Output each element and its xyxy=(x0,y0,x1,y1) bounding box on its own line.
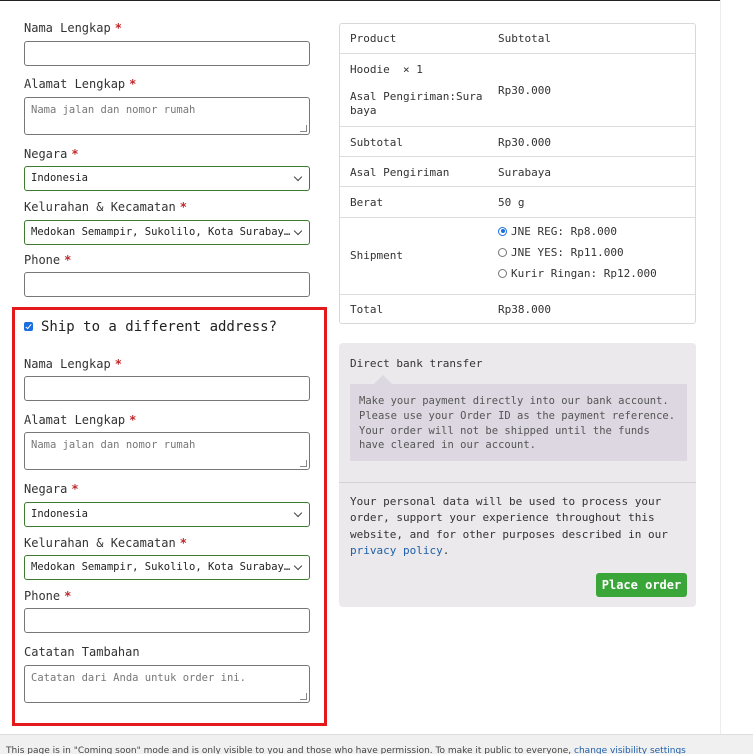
billing-name-input[interactable] xyxy=(24,41,310,66)
shipping-country-select[interactable]: Indonesia xyxy=(24,502,310,527)
shipping-country-label: Negara * xyxy=(24,482,79,496)
shipping-district-label: Kelurahan & Kecamatan * xyxy=(24,536,187,550)
ship-different-address-label: Ship to a different address? xyxy=(41,319,278,335)
payment-description: Make your payment directly into our bank… xyxy=(359,395,676,452)
resize-grip-icon[interactable] xyxy=(300,693,307,700)
order-header-product: Product xyxy=(350,32,397,45)
order-total-label: Total xyxy=(350,303,384,316)
order-weight-value: 50 g xyxy=(498,196,525,209)
order-item-price: Rp30.000 xyxy=(498,84,551,97)
order-origin-value: Surabaya xyxy=(498,166,551,179)
order-shipment-row: Shipment JNE REG: Rp8.000 JNE YES: Rp11.… xyxy=(340,217,695,295)
chevron-down-icon xyxy=(293,172,303,182)
shipping-phone-input[interactable] xyxy=(24,608,310,633)
order-weight-row: Berat 50 g xyxy=(340,186,695,218)
billing-phone-input[interactable] xyxy=(24,272,310,297)
order-item-origin: Asal Pengiriman:Sura baya xyxy=(350,90,483,117)
billing-phone-label: Phone * xyxy=(24,253,72,267)
divider xyxy=(339,482,696,483)
privacy-notice: Your personal data will be used to proce… xyxy=(350,495,668,558)
shipping-name-input[interactable] xyxy=(24,376,310,401)
privacy-policy-link[interactable]: privacy policy xyxy=(350,544,443,557)
shipping-phone-label: Phone * xyxy=(24,589,72,603)
shipping-district-select[interactable]: Medokan Semampir, Sukolilo, Kota Surabay… xyxy=(24,555,310,580)
billing-district-label: Kelurahan & Kecamatan * xyxy=(24,200,187,214)
order-subtotal-row: Subtotal Rp30.000 xyxy=(340,126,695,157)
shipment-option[interactable]: JNE REG: Rp8.000 xyxy=(498,225,617,238)
order-notes-placeholder: Catatan dari Anda untuk order ini. xyxy=(31,672,246,684)
order-item-row: Hoodie × 1 Asal Pengiriman:Sura baya Rp30… xyxy=(340,53,695,127)
ship-different-address-toggle[interactable]: Ship to a different address? xyxy=(24,319,277,335)
billing-name-label: Nama Lengkap * xyxy=(24,21,122,35)
payment-panel: Direct bank transfer Make your payment d… xyxy=(339,343,696,607)
order-origin-row: Asal Pengiriman Surabaya xyxy=(340,156,695,187)
order-notes-textarea[interactable]: Catatan dari Anda untuk order ini. xyxy=(24,665,310,703)
top-border xyxy=(0,0,720,1)
shipment-option[interactable]: JNE YES: Rp11.000 xyxy=(498,246,624,259)
order-shipment-label: Shipment xyxy=(350,249,403,262)
billing-address-label: Alamat Lengkap * xyxy=(24,77,137,91)
billing-address-textarea[interactable]: Nama jalan dan nomor rumah xyxy=(24,97,310,135)
shipping-address-textarea[interactable]: Nama jalan dan nomor rumah xyxy=(24,432,310,470)
page-side-strip xyxy=(720,0,753,734)
order-review-table: Product Subtotal Hoodie × 1 Asal Pengiri… xyxy=(339,23,696,324)
resize-grip-icon[interactable] xyxy=(300,125,307,132)
shipping-name-label: Nama Lengkap * xyxy=(24,357,122,371)
order-notes-label: Catatan Tambahan xyxy=(24,645,140,659)
chevron-down-icon xyxy=(293,508,303,518)
chevron-down-icon xyxy=(293,226,303,236)
order-total-value: Rp38.000 xyxy=(498,303,551,316)
order-item-qty: × 1 xyxy=(403,63,423,76)
coming-soon-notice-bar: This page is in "Coming soon" mode and i… xyxy=(0,734,753,754)
order-subtotal-label: Subtotal xyxy=(350,136,403,149)
order-total-row: Total Rp38.000 xyxy=(340,294,695,324)
billing-district-select[interactable]: Medokan Semampir, Sukolilo, Kota Surabay… xyxy=(24,220,310,245)
payment-method-label[interactable]: Direct bank transfer xyxy=(350,357,482,370)
order-origin-label: Asal Pengiriman xyxy=(350,166,450,179)
order-header-subtotal: Subtotal xyxy=(498,32,551,45)
checkbox-checked-icon[interactable] xyxy=(24,321,33,331)
order-subtotal-value: Rp30.000 xyxy=(498,136,551,149)
shipping-address-placeholder: Nama jalan dan nomor rumah xyxy=(31,439,196,451)
place-order-button[interactable]: Place order xyxy=(596,573,687,597)
radio-icon[interactable] xyxy=(498,268,507,278)
radio-selected-icon[interactable] xyxy=(498,226,507,236)
payment-description-box: Make your payment directly into our bank… xyxy=(350,375,687,461)
order-weight-label: Berat xyxy=(350,196,384,209)
radio-icon[interactable] xyxy=(498,247,507,257)
resize-grip-icon[interactable] xyxy=(300,460,307,467)
shipment-option[interactable]: Kurir Ringan: Rp12.000 xyxy=(498,267,657,280)
order-item-name: Hoodie × 1 xyxy=(350,63,423,76)
shipping-address-label: Alamat Lengkap * xyxy=(24,413,137,427)
billing-address-placeholder: Nama jalan dan nomor rumah xyxy=(31,104,196,116)
billing-country-select[interactable]: Indonesia xyxy=(24,166,310,191)
billing-country-label: Negara * xyxy=(24,147,79,161)
chevron-down-icon xyxy=(293,561,303,571)
